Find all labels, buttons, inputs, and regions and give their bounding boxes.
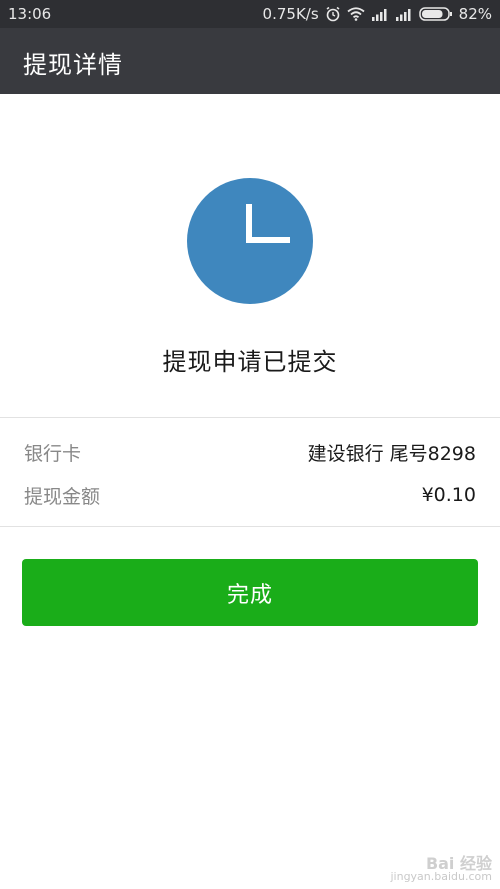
done-button[interactable]: 完成 [22, 559, 478, 626]
screen: 13:06 0.75K/s 82% 提现详情 提现申请已提交 银行卡 建设银行 … [0, 0, 500, 889]
clock-icon [187, 178, 313, 304]
detail-row-bank-card: 银行卡 建设银行 尾号8298 [24, 437, 476, 467]
status-right: 0.75K/s 82% [263, 5, 492, 23]
watermark-url: jingyan.baidu.com [390, 870, 492, 883]
watermark-logo: Bai 经验 [425, 854, 492, 873]
page-title: 提现详情 [23, 51, 123, 79]
wifi-icon [347, 7, 365, 21]
detail-row-amount: 提现金额 ¥0.10 [24, 480, 476, 510]
battery-percent: 82% [458, 5, 492, 23]
network-speed: 0.75K/s [262, 5, 319, 23]
detail-value: 建设银行 尾号8298 [307, 442, 476, 465]
watermark: Bai 经验 jingyan.baidu.com [390, 854, 492, 884]
detail-value: ¥0.10 [421, 484, 476, 506]
result-title: 提现申请已提交 [162, 348, 338, 376]
details-panel: 银行卡 建设银行 尾号8298 提现金额 ¥0.10 [0, 417, 500, 527]
alarm-icon [325, 6, 341, 22]
signal-icon [395, 7, 413, 21]
detail-label: 提现金额 [24, 485, 101, 508]
signal-icon [371, 7, 389, 21]
battery-icon [418, 6, 453, 22]
detail-label: 银行卡 [24, 442, 82, 465]
app-bar: 提现详情 [0, 28, 500, 94]
status-bar: 13:06 0.75K/s 82% [0, 0, 500, 28]
status-time: 13:06 [8, 5, 52, 23]
